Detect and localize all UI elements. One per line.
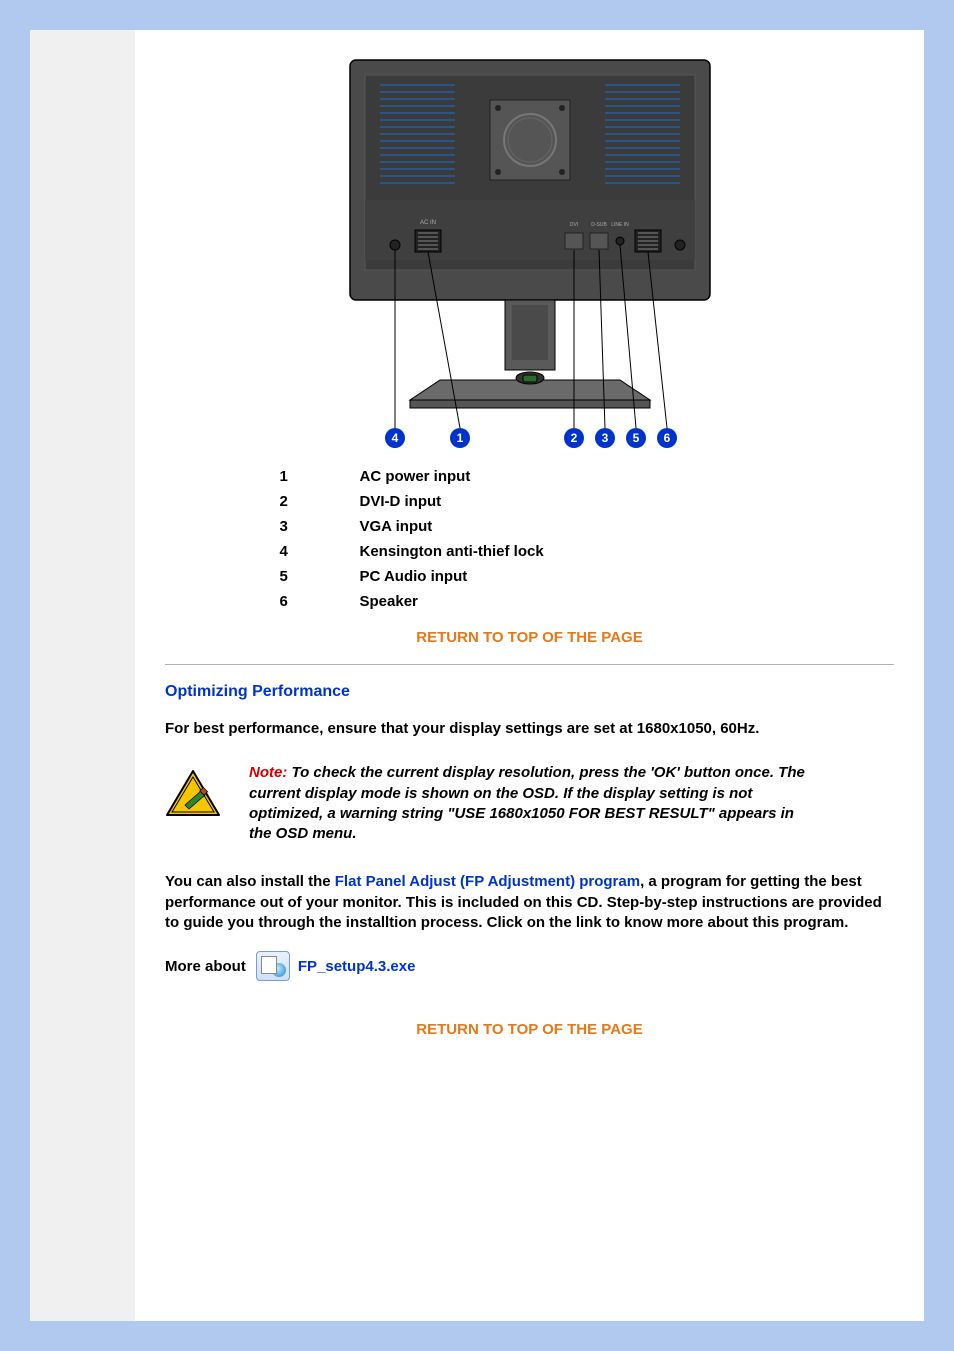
page-content: AC IN DVI D-SUB LINE IN <box>135 30 924 1321</box>
note-label: Note: <box>249 764 292 781</box>
section-title-optimizing: Optimizing Performance <box>165 683 894 701</box>
svg-text:2: 2 <box>570 431 577 445</box>
legend-label: DVI-D input <box>360 493 780 510</box>
legend-row: 1 AC power input <box>280 464 780 489</box>
legend-label: AC power input <box>360 468 780 485</box>
section-divider <box>165 664 894 665</box>
legend-row: 2 DVI-D input <box>280 489 780 514</box>
monitor-rear-svg: AC IN DVI D-SUB LINE IN <box>340 50 720 450</box>
svg-text:AC IN: AC IN <box>419 220 435 226</box>
diagram-label-5: 5 <box>626 428 646 448</box>
legend-label: Kensington anti-thief lock <box>360 543 780 560</box>
more-about-label: More about <box>165 958 246 975</box>
svg-text:DVI: DVI <box>569 222 577 228</box>
svg-text:6: 6 <box>663 431 670 445</box>
diagram-label-4: 4 <box>385 428 405 448</box>
rear-view-diagram: AC IN DVI D-SUB LINE IN <box>165 50 894 454</box>
warning-icon <box>165 769 225 823</box>
svg-text:D-SUB: D-SUB <box>591 222 607 228</box>
install-pre: You can also install the <box>165 873 335 890</box>
more-about-row: More about FP_setup4.3.exe <box>165 951 894 981</box>
return-to-top-link[interactable]: RETURN TO TOP OF THE PAGE <box>416 1021 642 1038</box>
install-text: You can also install the Flat Panel Adju… <box>165 872 894 933</box>
svg-text:LINE IN: LINE IN <box>611 222 629 228</box>
diagram-label-1: 1 <box>450 428 470 448</box>
svg-text:1: 1 <box>456 431 463 445</box>
exe-file-icon <box>256 951 290 981</box>
legend-num: 1 <box>280 468 360 485</box>
port-legend: 1 AC power input 2 DVI-D input 3 VGA inp… <box>280 464 780 614</box>
legend-num: 4 <box>280 543 360 560</box>
performance-text: For best performance, ensure that your d… <box>165 719 894 739</box>
svg-text:5: 5 <box>632 431 639 445</box>
legend-num: 2 <box>280 493 360 510</box>
return-to-top-link[interactable]: RETURN TO TOP OF THE PAGE <box>416 629 642 646</box>
svg-text:3: 3 <box>601 431 608 445</box>
legend-label: PC Audio input <box>360 568 780 585</box>
svg-text:4: 4 <box>391 431 398 445</box>
legend-row: 4 Kensington anti-thief lock <box>280 539 780 564</box>
legend-label: VGA input <box>360 518 780 535</box>
legend-row: 3 VGA input <box>280 514 780 539</box>
diagram-label-6: 6 <box>657 428 677 448</box>
note-body: To check the current display resolution,… <box>249 764 805 842</box>
legend-row: 6 Speaker <box>280 589 780 614</box>
fp-setup-exe-link[interactable]: FP_setup4.3.exe <box>298 958 416 975</box>
legend-row: 5 PC Audio input <box>280 564 780 589</box>
diagram-label-2: 2 <box>564 428 584 448</box>
fp-adjust-link[interactable]: Flat Panel Adjust (FP Adjustment) progra… <box>335 873 640 890</box>
legend-num: 3 <box>280 518 360 535</box>
note-text: Note: To check the current display resol… <box>249 763 809 844</box>
note-block: Note: To check the current display resol… <box>165 763 894 844</box>
legend-label: Speaker <box>360 593 780 610</box>
sidebar-placeholder <box>30 30 135 1321</box>
legend-num: 6 <box>280 593 360 610</box>
legend-num: 5 <box>280 568 360 585</box>
diagram-label-3: 3 <box>595 428 615 448</box>
